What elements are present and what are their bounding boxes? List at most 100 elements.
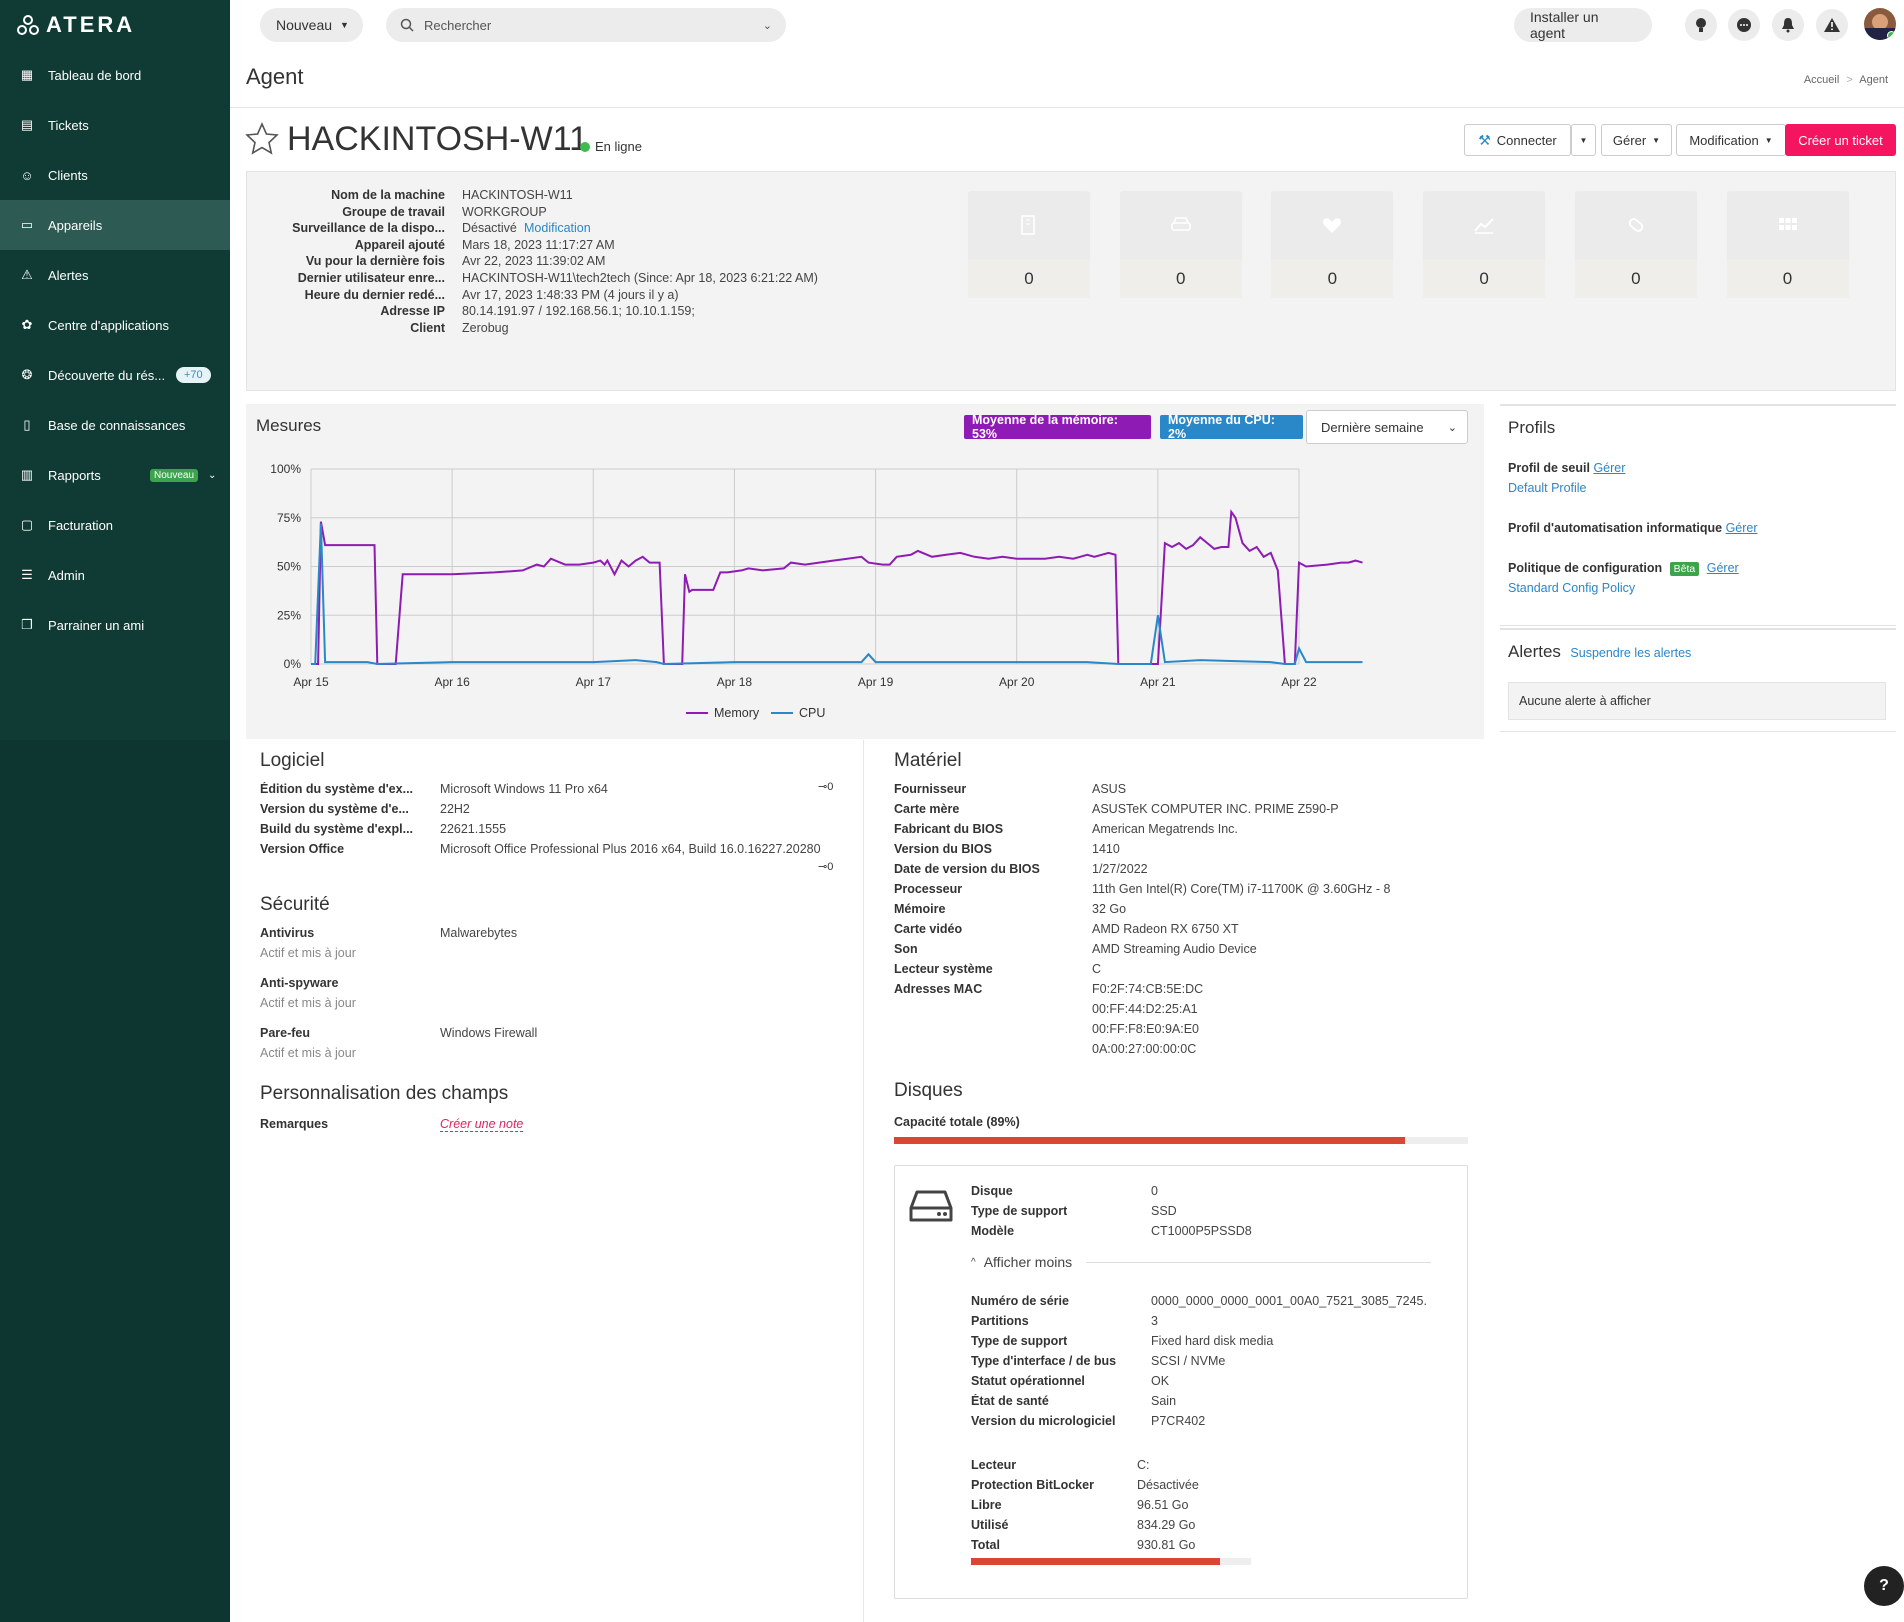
logo[interactable]: ATERA: [16, 12, 135, 37]
stat-card[interactable]: 0: [968, 191, 1090, 298]
info-action-link[interactable]: Modification: [524, 221, 591, 235]
legend-label[interactable]: Memory: [714, 706, 760, 720]
caret-down-icon: ▼: [1652, 135, 1661, 145]
detail-value: C: [1092, 962, 1102, 976]
chevron-up-icon: ^: [971, 1256, 976, 1268]
detail-value: Malwarebytes: [440, 926, 518, 940]
sidebar-item-sliders[interactable]: ☰ Admin: [0, 550, 230, 600]
security-status: Actif et mis à jour: [260, 996, 356, 1010]
detail-value: SSD: [1151, 1204, 1177, 1218]
show-less-toggle[interactable]: ^ Afficher moins: [971, 1254, 1431, 1270]
mac-address: 00:FF:F8:E0:9A:E0: [1092, 1022, 1199, 1036]
warning-icon[interactable]: [1816, 9, 1848, 41]
detail-value: C:: [1137, 1458, 1150, 1472]
detail-label: Lecteur: [971, 1458, 1017, 1472]
info-value[interactable]: Zerobug: [462, 321, 509, 335]
automation-manage-link[interactable]: Gérer: [1726, 521, 1758, 535]
disk-capacity-label: Capacité totale (89%): [894, 1115, 1020, 1129]
sidebar-item-billing[interactable]: ▢ Facturation: [0, 500, 230, 550]
sidebar-nav: ▦ Tableau de bord ▤ Tickets ☺ Clients ▭ Apparei…: [0, 50, 230, 650]
sidebar-item-label: Tableau de bord: [48, 67, 142, 83]
detail-value: Sain: [1151, 1394, 1177, 1408]
create-note-link[interactable]: Créer une note: [440, 1117, 524, 1132]
detail-label: Anti-spyware: [260, 976, 339, 990]
volume-usage-fill: [971, 1558, 1221, 1565]
sidebar-item-dashboard[interactable]: ▦ Tableau de bord: [0, 50, 230, 100]
sidebar-item-book[interactable]: ▯ Base de connaissances: [0, 400, 230, 450]
stat-card[interactable]: 0: [1423, 191, 1546, 298]
sidebar-item-chart[interactable]: ▥ Rapports Nouveau ⌄: [0, 450, 230, 500]
billing-icon: ▢: [20, 517, 34, 532]
sidebar-item-network[interactable]: ❂ Découverte du rés... +70: [0, 350, 230, 400]
search-input[interactable]: Rechercher ⌄: [386, 8, 786, 42]
sidebar-item-warning[interactable]: ⚠ Alertes: [0, 250, 230, 300]
suspend-alerts-link[interactable]: Suspendre les alertes: [1570, 646, 1691, 660]
sidebar-item-badge: Nouveau: [150, 468, 199, 482]
avatar[interactable]: [1864, 8, 1896, 40]
sidebar-item-ticket[interactable]: ▤ Tickets: [0, 100, 230, 150]
disk-capacity-bar: [894, 1137, 1468, 1144]
stat-card-top: [968, 191, 1090, 259]
detail-value: Windows Firewall: [440, 1026, 538, 1040]
connect-dropdown-button[interactable]: ▼: [1571, 124, 1596, 156]
sidebar-item-users[interactable]: ☺ Clients: [0, 150, 230, 200]
key-icon[interactable]: ⊸0: [818, 860, 833, 873]
install-agent-label: Installer un agent: [1530, 9, 1599, 41]
detail-value: P7CR402: [1151, 1414, 1206, 1428]
online-dot-icon: [580, 141, 590, 152]
detail-label: Version Office: [260, 842, 345, 856]
breadcrumb: Accueil > Agent: [1804, 74, 1888, 86]
detail-value: 1/27/2022: [1092, 862, 1148, 876]
star-icon[interactable]: [245, 122, 279, 156]
sidebar-item-label: Parrainer un ami: [48, 617, 145, 633]
stat-card[interactable]: 0: [1574, 191, 1697, 298]
metrics-panel: Mesures Moyenne de la mémoire: 53% Moyen…: [246, 404, 1484, 739]
config-policy-value[interactable]: Standard Config Policy: [1508, 581, 1635, 595]
lightbulb-icon[interactable]: [1685, 9, 1717, 41]
detail-label: Type de support: [971, 1204, 1068, 1218]
stat-card[interactable]: 0: [1119, 191, 1242, 298]
sidebar-item-apps[interactable]: ✿ Centre d'applications: [0, 300, 230, 350]
chevron-down-icon: ⌄: [208, 469, 217, 481]
chat-icon[interactable]: [1728, 9, 1760, 41]
threshold-profile-value[interactable]: Default Profile: [1508, 481, 1587, 495]
manage-button[interactable]: Gérer ▼: [1601, 124, 1672, 156]
sidebar-item-monitor[interactable]: ▭ Appareils: [0, 200, 230, 250]
install-agent-button[interactable]: Installer un agent: [1514, 8, 1652, 42]
threshold-manage-link[interactable]: Gérer: [1593, 461, 1625, 475]
sidebar-item-label: Découverte du rés...: [48, 367, 166, 383]
profiles-title: Profils: [1508, 418, 1556, 437]
heartbeat-icon: [1323, 218, 1342, 233]
breadcrumb-home[interactable]: Accueil: [1804, 74, 1839, 86]
status-text: En ligne: [595, 139, 642, 154]
legend-label[interactable]: CPU: [799, 706, 825, 720]
stat-card[interactable]: 0: [1271, 191, 1394, 298]
x-tick-label: Apr 19: [858, 675, 894, 689]
detail-value: American Megatrends Inc.: [1092, 822, 1238, 836]
detail-value: 834.29 Go: [1137, 1518, 1196, 1532]
automation-profile-label: Profil d'automatisation informatique: [1508, 521, 1723, 535]
new-button[interactable]: Nouveau ▼: [260, 8, 363, 42]
detail-value: 0000_0000_0000_0001_00A0_7521_3085_7245.: [1151, 1294, 1427, 1308]
bell-icon[interactable]: [1772, 9, 1804, 41]
detail-value: 1410: [1092, 842, 1120, 856]
alerts-title: Alertes: [1508, 642, 1561, 661]
stat-value: 0: [1574, 259, 1697, 298]
key-icon[interactable]: ⊸0: [818, 780, 833, 793]
sidebar-item-gift[interactable]: ❒ Parrainer un ami: [0, 600, 230, 650]
x-tick-label: Apr 21: [1140, 675, 1176, 689]
gift-icon: ❒: [21, 617, 33, 632]
detail-value: AMD Radeon RX 6750 XT: [1092, 922, 1239, 936]
modify-button[interactable]: Modification ▼: [1676, 124, 1786, 156]
config-manage-link[interactable]: Gérer: [1707, 561, 1739, 575]
detail-label: Disque: [971, 1184, 1013, 1198]
connect-button[interactable]: ⚒ Connecter: [1464, 124, 1571, 156]
stat-card[interactable]: 0: [1726, 191, 1849, 298]
y-tick-label: 0%: [284, 657, 302, 671]
create-ticket-button[interactable]: Créer un ticket: [1785, 124, 1896, 156]
detail-label: Type de support: [971, 1334, 1068, 1348]
detail-label: État de santé: [971, 1394, 1049, 1408]
sidebar-item-label: Admin: [48, 567, 85, 583]
help-button[interactable]: ?: [1864, 1566, 1904, 1606]
detail-label: Utilisé: [971, 1518, 1009, 1532]
